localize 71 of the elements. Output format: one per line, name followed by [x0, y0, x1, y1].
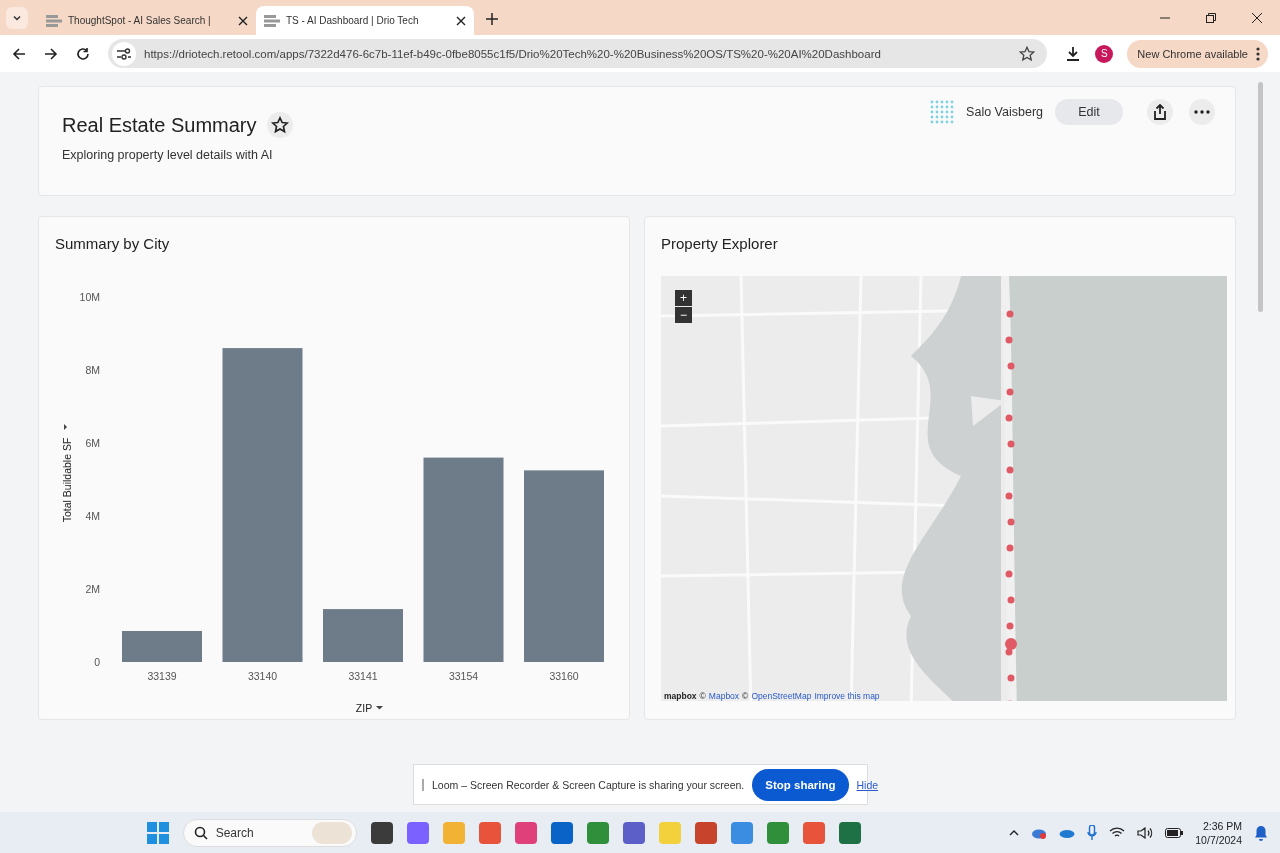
- close-icon[interactable]: [1252, 13, 1262, 23]
- more-options-icon[interactable]: [1256, 46, 1260, 61]
- attribution-link[interactable]: Improve this map: [814, 691, 880, 701]
- clock[interactable]: 2:36 PM 10/7/2024: [1195, 818, 1242, 847]
- hide-link[interactable]: Hide: [856, 778, 879, 791]
- axis-tick-label: 2M: [85, 583, 100, 595]
- axis-tick-label: 0: [94, 656, 100, 668]
- user-name: Salo Vaisberg: [966, 105, 1043, 119]
- microphone-icon[interactable]: [1087, 824, 1098, 841]
- attribution-text: ©: [699, 691, 706, 701]
- axis-tick-label: 33154: [448, 670, 479, 682]
- taskbar-search-field[interactable]: Search: [182, 818, 357, 847]
- battery-icon[interactable]: [1165, 827, 1184, 838]
- app-icon[interactable]: [838, 821, 861, 844]
- app-icon[interactable]: [622, 821, 645, 844]
- bookmark-star-icon[interactable]: [1019, 45, 1036, 62]
- chevron-up-icon[interactable]: [1009, 829, 1020, 836]
- share-icon[interactable]: [1147, 99, 1173, 125]
- y-axis-title[interactable]: Total Buildable SF: [61, 424, 73, 523]
- new-tab-icon[interactable]: [486, 13, 498, 25]
- zoom-in-button[interactable]: +: [675, 290, 692, 306]
- browser-tab[interactable]: ThoughtSpot - AI Sales Search |: [38, 6, 256, 35]
- axis-tick-label: 33139: [147, 670, 177, 682]
- update-chrome-button[interactable]: New Chrome available: [1127, 39, 1268, 68]
- page-icon: [46, 14, 62, 27]
- mapbox-logo[interactable]: mapbox: [664, 691, 697, 701]
- sharing-message: Loom – Screen Recorder & Screen Capture is sharing your screen.: [432, 778, 745, 791]
- zoom-out-button[interactable]: −: [675, 307, 692, 323]
- axis-tick-label: 33141: [348, 670, 378, 682]
- site-settings-icon[interactable]: [112, 41, 136, 66]
- address-field[interactable]: https://driotech.retool.com/apps/7322d476-6c7b-11ef-b49c-0fbe8055c1f5/Drio%20Tech%20-%20Business%20OS/TS%20-%20AI%20Dashboard: [108, 39, 1048, 68]
- x-axis-title: ZIP: [355, 702, 373, 714]
- axis-tick-label: 4M: [85, 510, 100, 522]
- restore-icon[interactable]: [1206, 13, 1216, 23]
- axis-tick-label: 6M: [85, 437, 100, 449]
- page-title: Real Estate Summary: [62, 113, 257, 137]
- forward-icon[interactable]: [44, 46, 58, 61]
- search-icon: [193, 825, 208, 840]
- app-icon[interactable]: [550, 821, 573, 844]
- card-title: Summary by City: [55, 235, 170, 252]
- drag-handle-icon[interactable]: [422, 778, 424, 791]
- reload-icon[interactable]: [76, 46, 90, 61]
- scrollbar[interactable]: [1258, 82, 1263, 312]
- notification-bell-icon[interactable]: [1254, 824, 1268, 841]
- app-icon[interactable]: [694, 821, 717, 844]
- stop-sharing-button[interactable]: Stop sharing: [752, 768, 849, 801]
- back-icon[interactable]: [12, 46, 26, 61]
- axis-tick-label: 33140: [247, 670, 278, 682]
- attribution-text: ©: [742, 691, 749, 701]
- speaker-icon[interactable]: [1137, 826, 1154, 839]
- more-options-icon[interactable]: [1189, 99, 1215, 125]
- card-title: Property Explorer: [661, 235, 778, 252]
- browser-tab[interactable]: TS - AI Dashboard | Drio Tech: [256, 6, 474, 35]
- app-icon[interactable]: [370, 821, 393, 844]
- axis-tick-label: 8M: [85, 364, 100, 376]
- close-icon[interactable]: [238, 15, 248, 26]
- profile-avatar[interactable]: S: [1095, 44, 1114, 63]
- close-icon[interactable]: [456, 15, 466, 26]
- page-icon: [264, 14, 280, 27]
- axis-tick-label: 10M: [79, 291, 100, 303]
- axis-tick-label: 33160: [549, 670, 579, 682]
- x-axis-title[interactable]: ZIP: [355, 702, 383, 714]
- attribution-link[interactable]: OpenStreetMap: [751, 691, 812, 701]
- attribution-link[interactable]: Mapbox: [708, 691, 740, 701]
- wifi-icon[interactable]: [1109, 826, 1126, 839]
- edit-button[interactable]: Edit: [1055, 99, 1123, 125]
- tab-list-button[interactable]: [6, 7, 28, 29]
- page-subtitle: Exploring property level details with AI: [62, 148, 274, 162]
- download-icon[interactable]: [1065, 45, 1082, 62]
- cloud-icon[interactable]: [1059, 827, 1076, 838]
- start-icon[interactable]: [146, 821, 169, 844]
